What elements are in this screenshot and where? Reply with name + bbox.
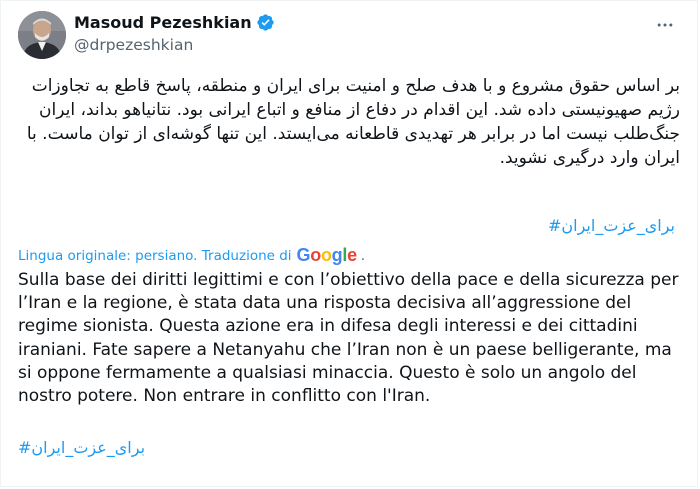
google-logo[interactable]: Google [296,245,358,266]
author-handle[interactable]: @drpezeshkian [74,36,275,54]
translation-attribution: Lingua originale: persiano. Traduzione d… [18,245,365,266]
google-letter: e [347,245,357,265]
hashtag-link-translated[interactable]: #برای_عزت_ایران [18,438,145,457]
user-photo-icon [18,11,66,59]
google-letter: G [296,245,311,265]
tweet-header: Masoud Pezeshkian @drpezeshkian [18,11,681,59]
tweet-translated-text: Sulla base dei diritti legittimi e con l… [18,270,679,407]
tweet-original-text: بر اساس حقوق مشروع و با هدف صلح و امنیت … [26,76,680,168]
verified-badge-icon [257,14,274,31]
hashtag-link-original[interactable]: #برای_عزت_ایران [548,216,675,235]
more-options-icon[interactable] [655,15,675,35]
google-letter: o [310,245,321,265]
author-info: Masoud Pezeshkian @drpezeshkian [74,13,275,54]
tweet-card: Masoud Pezeshkian @drpezeshkian بر اساس … [0,0,698,487]
translation-suffix: . [360,247,366,264]
avatar[interactable] [18,11,66,59]
google-letter: g [331,245,343,265]
translation-note-label[interactable]: Lingua originale: persiano. Traduzione d… [18,248,292,264]
author-display-name[interactable]: Masoud Pezeshkian [74,13,252,32]
google-letter: o [320,245,332,265]
